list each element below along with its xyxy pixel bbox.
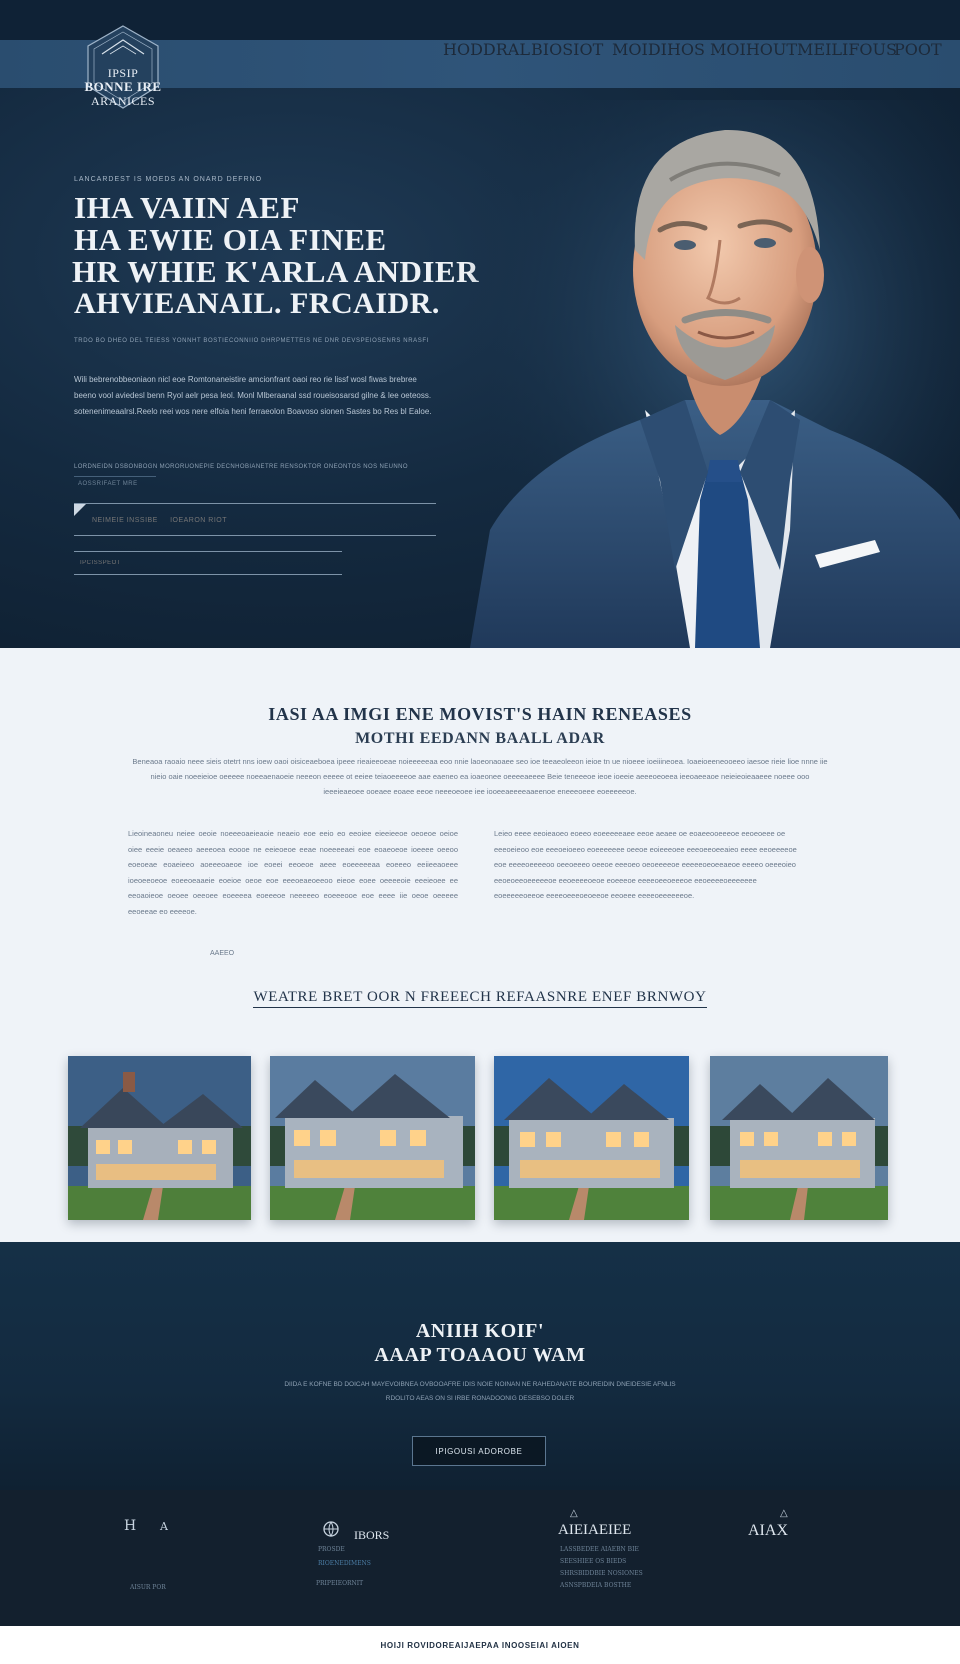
about-column-right: Leieo eeee eeoieaoeo eoeeo eoeeeeeaee ee… <box>494 829 797 900</box>
footer-col3-title: AIEIAEIEE <box>558 1522 632 1538</box>
hero-primary-input[interactable] <box>92 512 432 528</box>
about-section: IASI AA IMGI ENE MOVIST'S HAIN RENEASES … <box>0 648 960 1242</box>
about-intro: Beneaoa raoaio neee sieis otetrt nns ioe… <box>132 757 828 796</box>
house-card-1[interactable] <box>68 1056 251 1220</box>
about-title: IASI AA IMGI ENE MOVIST'S HAIN RENEASES <box>268 704 692 724</box>
footer-col3-line-2: SEESHIEE OS BIEDS <box>560 1558 627 1565</box>
hero-section: IPSIP BONNE IRE ARANICES HODDRAL BIOSIOT… <box>0 0 960 648</box>
hero-headline-line-1: IHA VAIIN AEF <box>74 190 300 225</box>
house-photo-icon <box>710 1056 888 1220</box>
featured-listings <box>0 1056 960 1224</box>
nav-item-6[interactable]: POOT <box>894 40 942 88</box>
house-photo-icon <box>68 1056 251 1220</box>
about-subtitle: MOTHI EEDANN BAALL ADAR <box>355 730 605 747</box>
cta-paragraph: DIIDA E KOFNE BD DOICAH MAYEVOIBNEA OVBO… <box>284 1381 676 1402</box>
cta-section: ANIIH KOIF' AAAP TOAAOU WAM DIIDA E KOFN… <box>0 1242 960 1490</box>
corner-accent-icon <box>74 504 86 516</box>
cta-button[interactable]: IPIGOUSI ADOROBE <box>412 1436 546 1466</box>
featured-tagline: WEATRE BRET OOR N FREEECH REFAASNRE ENEF… <box>0 986 960 1008</box>
house-icon: H <box>124 1518 137 1534</box>
bottom-bar-text: HOIJI ROVIDOREAIJAEPAA INOOSEIAI AIOEN <box>380 1641 580 1650</box>
agent-portrait <box>470 100 960 648</box>
logo-line-3: ARANICES <box>90 94 155 108</box>
footer: H A AISUR POR IBORS PROSDE RIOENEDIMENS … <box>0 1490 960 1626</box>
about-signature: AAEEO <box>210 950 235 957</box>
hero-field-label: AOSSRIFAET MRE <box>78 481 138 487</box>
about-column-left: Lieoineaoneu neiee oeoie noeeeoaeieaoie … <box>128 829 458 916</box>
hero-input-row <box>74 503 436 536</box>
footer-col3-line-4: ASNSPBDEIA BOSTHE <box>560 1582 632 1589</box>
cta-title-line-2: AAAP TOAAOU WAM <box>374 1344 586 1366</box>
triangle-icon: △ <box>780 1508 788 1519</box>
triangle-icon: △ <box>570 1508 578 1519</box>
hero-headline: IHA VAIIN AEF HA EWIE OIA FINEE HR WHIE … <box>72 190 479 320</box>
footer-col3-line-1: LASSBEDEE AIAEBN BIE <box>560 1546 639 1553</box>
triangle-icon: A <box>160 1520 168 1533</box>
hero-headline-line-2: HA EWIE OIA FINEE <box>74 222 387 257</box>
featured-tagline-text: WEATRE BRET OOR N FREEECH REFAASNRE ENEF… <box>253 989 707 1008</box>
house-card-4[interactable] <box>710 1056 888 1220</box>
footer-col4-title: AIAX <box>748 1522 788 1539</box>
bottom-bar: HOIJI ROVIDOREAIJAEPAA INOOSEIAI AIOEN <box>0 1626 960 1664</box>
hero-secondary-input-row <box>74 551 342 575</box>
house-card-3[interactable] <box>494 1056 689 1220</box>
footer-col2-text-2: PRIPEIEORNIT <box>316 1580 364 1587</box>
house-photo-icon <box>270 1056 475 1220</box>
house-photo-icon <box>494 1056 689 1220</box>
hero-secondary-input[interactable] <box>80 556 330 570</box>
globe-icon <box>323 1521 339 1538</box>
footer-col2-text: PROSDE <box>318 1546 345 1553</box>
hero-subline: TRDO BO DHEO DEL TEIESS YONNHT BOSTIECON… <box>74 338 429 344</box>
house-card-2[interactable] <box>270 1056 475 1220</box>
footer-col2-title: IBORS <box>354 1528 390 1542</box>
hero-headline-line-3: HR WHIE K'ARLA ANDIER <box>72 254 479 289</box>
footer-col1-text: AISUR POR <box>130 1584 166 1591</box>
hero-meta-line: LORDNEIDN DSBONBOGN MORORUONEPIE DECNHOB… <box>74 464 408 470</box>
brand-logo[interactable]: IPSIP BONNE IRE ARANICES <box>80 24 166 112</box>
footer-col2-link[interactable]: RIOENEDIMENS <box>318 1560 371 1567</box>
logo-line-2: BONNE IRE <box>84 79 162 94</box>
field-label-underline <box>74 476 156 477</box>
hero-headline-line-4: AHVIEANAIL. FRCAIDR. <box>74 287 440 320</box>
hero-paragraph: Wili bebrenobbeoniaon nicl eoe Romtonane… <box>74 375 432 416</box>
hero-kicker: LANCARDEST IS MOEDS AN ONARD DEFRNO <box>74 176 263 183</box>
footer-col3-line-3: SHRSBIDDBIE NOSIONES <box>560 1570 643 1577</box>
cta-title-line-1: ANIIH KOIF' <box>415 1320 545 1342</box>
